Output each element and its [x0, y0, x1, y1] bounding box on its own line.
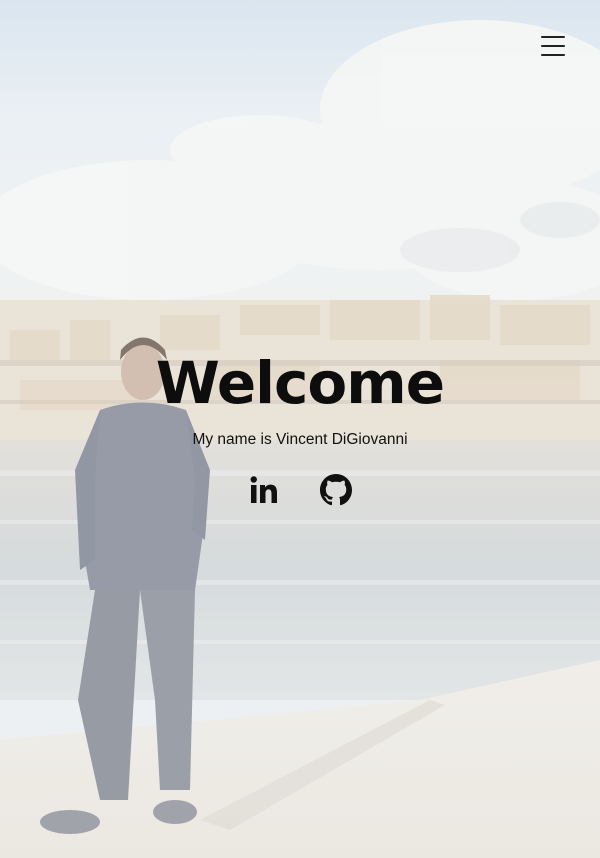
github-link[interactable] — [320, 474, 352, 506]
hero-section: Welcome My name is Vincent DiGiovanni — [0, 0, 600, 858]
linkedin-link[interactable] — [248, 474, 280, 506]
linkedin-icon — [250, 476, 277, 503]
hero-subtitle: My name is Vincent DiGiovanni — [192, 431, 408, 448]
page-title: Welcome — [155, 349, 445, 417]
hamburger-menu-icon[interactable] — [537, 34, 569, 60]
social-links — [0, 474, 600, 506]
github-icon — [320, 474, 352, 506]
hero-content: Welcome My name is Vincent DiGiovanni — [0, 348, 600, 450]
